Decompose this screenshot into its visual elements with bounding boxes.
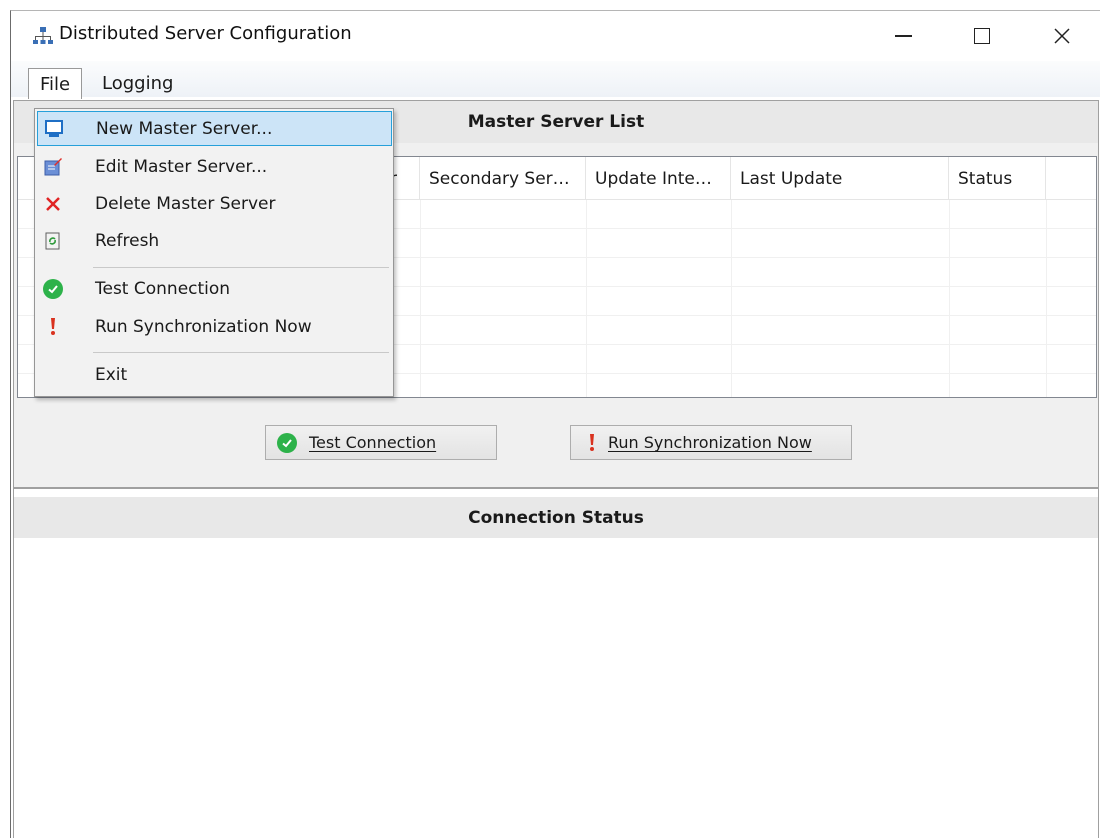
- menu-item-test-connection[interactable]: Test Connection: [37, 271, 392, 306]
- grid-divider: [420, 200, 421, 397]
- close-button[interactable]: [1032, 11, 1092, 61]
- menu-item-label: Test Connection: [95, 278, 231, 299]
- menu-bar: File Logging: [11, 61, 1100, 99]
- menu-item-label: Refresh: [95, 230, 160, 251]
- menu-item-edit-master-server[interactable]: Edit Master Server...: [37, 149, 392, 184]
- grid-divider: [949, 200, 950, 397]
- monitor-icon: [42, 117, 66, 141]
- menu-logging[interactable]: Logging: [96, 68, 179, 98]
- edit-icon: [41, 155, 65, 179]
- connection-status-title: Connection Status: [14, 497, 1098, 538]
- menu-item-exit[interactable]: Exit: [37, 357, 392, 392]
- menu-item-run-synchronization[interactable]: Run Synchronization Now: [37, 309, 392, 344]
- menu-item-label: Run Synchronization Now: [95, 316, 312, 337]
- menu-item-delete-master-server[interactable]: Delete Master Server: [37, 186, 392, 221]
- menu-item-label: Exit: [95, 364, 128, 385]
- network-icon: [33, 27, 53, 44]
- column-header-secondary-server[interactable]: Secondary Ser…: [420, 157, 586, 200]
- menu-item-label: New Master Server...: [96, 118, 273, 139]
- file-menu-dropdown: New Master Server... Edit Master Server.…: [34, 108, 394, 397]
- maximize-icon: [974, 28, 990, 44]
- menu-item-label: Edit Master Server...: [95, 156, 268, 177]
- check-icon: [276, 432, 297, 453]
- main-window: Distributed Server Configuration File Lo…: [10, 10, 1100, 838]
- grid-divider: [1046, 200, 1047, 397]
- exclamation-icon: [581, 432, 602, 453]
- title-bar: Distributed Server Configuration: [11, 11, 1100, 61]
- menu-separator: [93, 352, 389, 353]
- exclamation-icon: [41, 315, 65, 339]
- test-connection-label: Test Connection: [309, 433, 437, 452]
- run-synchronization-label: Run Synchronization Now: [608, 433, 812, 452]
- menu-item-new-master-server[interactable]: New Master Server...: [37, 111, 392, 146]
- test-connection-button[interactable]: Test Connection: [265, 425, 497, 460]
- menu-item-refresh[interactable]: Refresh: [37, 223, 392, 258]
- connection-status-panel: Connection Status: [13, 488, 1099, 838]
- refresh-icon: [41, 229, 65, 253]
- close-icon: [1054, 28, 1070, 44]
- minimize-button[interactable]: [873, 11, 933, 61]
- run-synchronization-button[interactable]: Run Synchronization Now: [570, 425, 852, 460]
- window-title: Distributed Server Configuration: [59, 23, 352, 44]
- menu-item-label: Delete Master Server: [95, 193, 276, 214]
- delete-icon: [41, 192, 65, 216]
- column-header-update-interval[interactable]: Update Inte…: [586, 157, 731, 200]
- grid-divider: [731, 200, 732, 397]
- column-header-status[interactable]: Status: [949, 157, 1046, 200]
- menu-file[interactable]: File: [28, 68, 82, 99]
- menu-separator: [93, 267, 389, 268]
- grid-divider: [586, 200, 587, 397]
- check-icon: [41, 277, 65, 301]
- column-header-last-update[interactable]: Last Update: [731, 157, 949, 200]
- maximize-button[interactable]: [952, 11, 1012, 61]
- minimize-icon: [894, 35, 912, 37]
